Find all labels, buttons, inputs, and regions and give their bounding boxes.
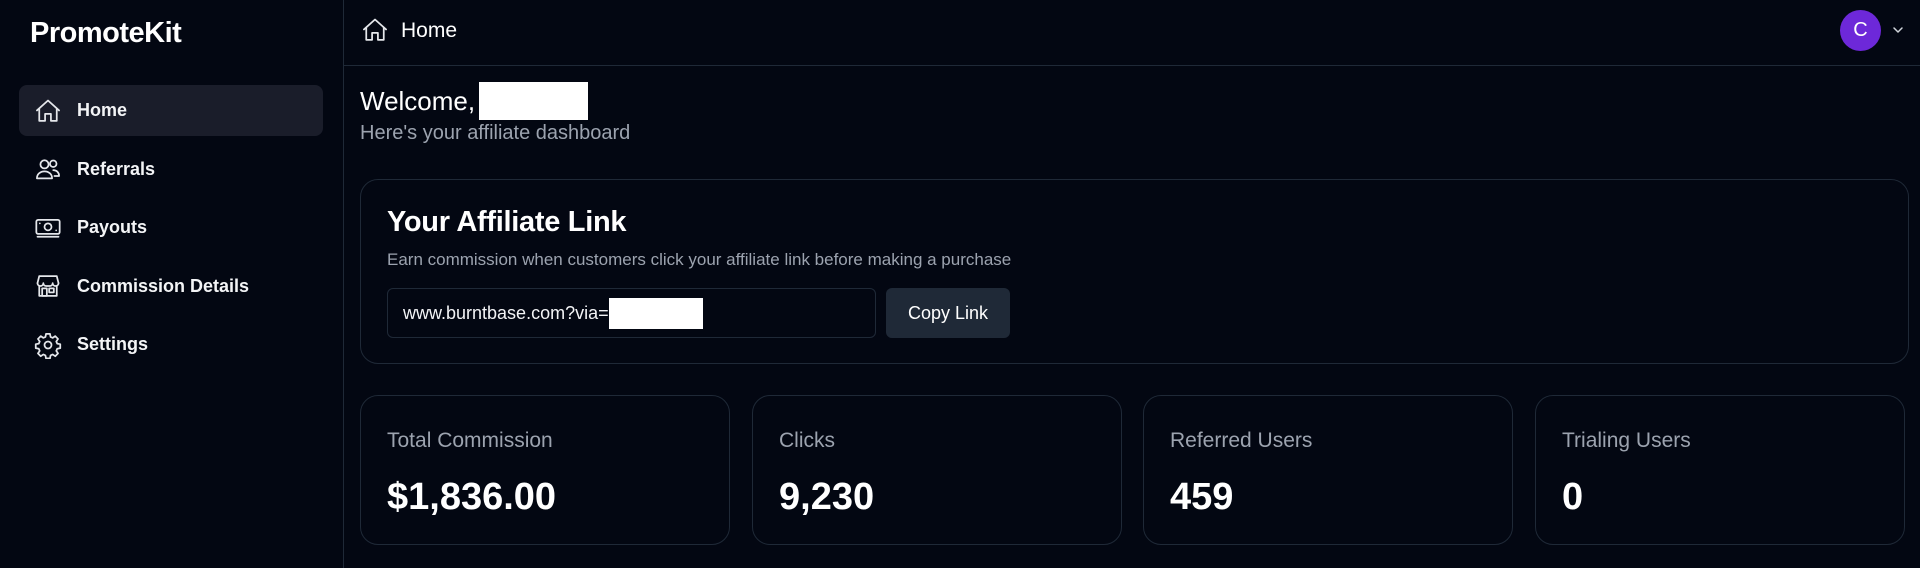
stat-label: Referred Users: [1170, 429, 1313, 452]
top-bar: Home C: [344, 0, 1920, 66]
stat-label: Trialing Users: [1562, 429, 1691, 452]
stat-card-clicks: Clicks 9,230: [752, 395, 1122, 545]
users-icon: [34, 155, 62, 183]
stat-label: Clicks: [779, 429, 835, 452]
app: PromoteKit Home Referrals Payouts Commis…: [0, 0, 1920, 568]
stat-card-referred-users: Referred Users 459: [1143, 395, 1513, 545]
redacted-name: [479, 82, 589, 120]
sidebar-item-label: Referrals: [77, 158, 156, 179]
home-icon[interactable]: [361, 16, 389, 44]
sidebar-item-settings[interactable]: Settings: [19, 319, 323, 370]
welcome-subtitle: Here's your affiliate dashboard: [360, 122, 631, 144]
page-title: Home: [401, 19, 458, 42]
redacted-link-code: [608, 297, 703, 329]
stat-value: 459: [1170, 476, 1234, 518]
affiliate-link-field[interactable]: www.burntbase.com?via=: [387, 288, 876, 338]
avatar[interactable]: C: [1840, 10, 1881, 51]
gear-icon: [34, 331, 62, 359]
storefront-icon: [34, 272, 62, 300]
stat-card-total-commission: Total Commission $1,836.00: [360, 395, 730, 545]
sidebar-item-label: Commission Details: [77, 275, 250, 296]
sidebar-nav: Home Referrals Payouts Commission Detail…: [19, 85, 323, 378]
welcome-heading: Welcome,: [360, 82, 589, 120]
cash-icon: [34, 214, 62, 242]
sidebar-item-label: Settings: [77, 334, 149, 354]
copy-link-button[interactable]: Copy Link: [886, 288, 1010, 338]
stat-label: Total Commission: [387, 429, 553, 452]
stat-value: 9,230: [779, 476, 875, 518]
sidebar-item-label: Payouts: [77, 217, 148, 237]
affiliate-link-text: www.burntbase.com?via=: [403, 302, 609, 323]
main-content: Home C Welcome, Here's your affiliate da…: [344, 0, 1920, 568]
sidebar-item-referrals[interactable]: Referrals: [19, 144, 323, 195]
sidebar-item-label: Home: [77, 100, 128, 120]
affiliate-link-description: Earn commission when customers click you…: [387, 250, 1012, 269]
stat-card-trialing-users: Trialing Users 0: [1535, 395, 1905, 545]
sidebar-item-home[interactable]: Home: [19, 85, 323, 136]
affiliate-link-title: Your Affiliate Link: [387, 206, 627, 238]
sidebar-item-payouts[interactable]: Payouts: [19, 202, 323, 253]
welcome-greeting: Welcome,: [360, 85, 476, 116]
stat-value: 0: [1562, 476, 1584, 518]
affiliate-link-card: Your Affiliate Link Earn commission when…: [360, 179, 1909, 364]
brand-logo[interactable]: PromoteKit: [30, 17, 182, 50]
stat-value: $1,836.00: [387, 476, 557, 518]
chevron-down-icon[interactable]: [1890, 22, 1906, 38]
sidebar: PromoteKit Home Referrals Payouts Commis…: [0, 0, 344, 568]
sidebar-item-commission-details[interactable]: Commission Details: [19, 261, 323, 312]
home-icon: [34, 97, 62, 125]
